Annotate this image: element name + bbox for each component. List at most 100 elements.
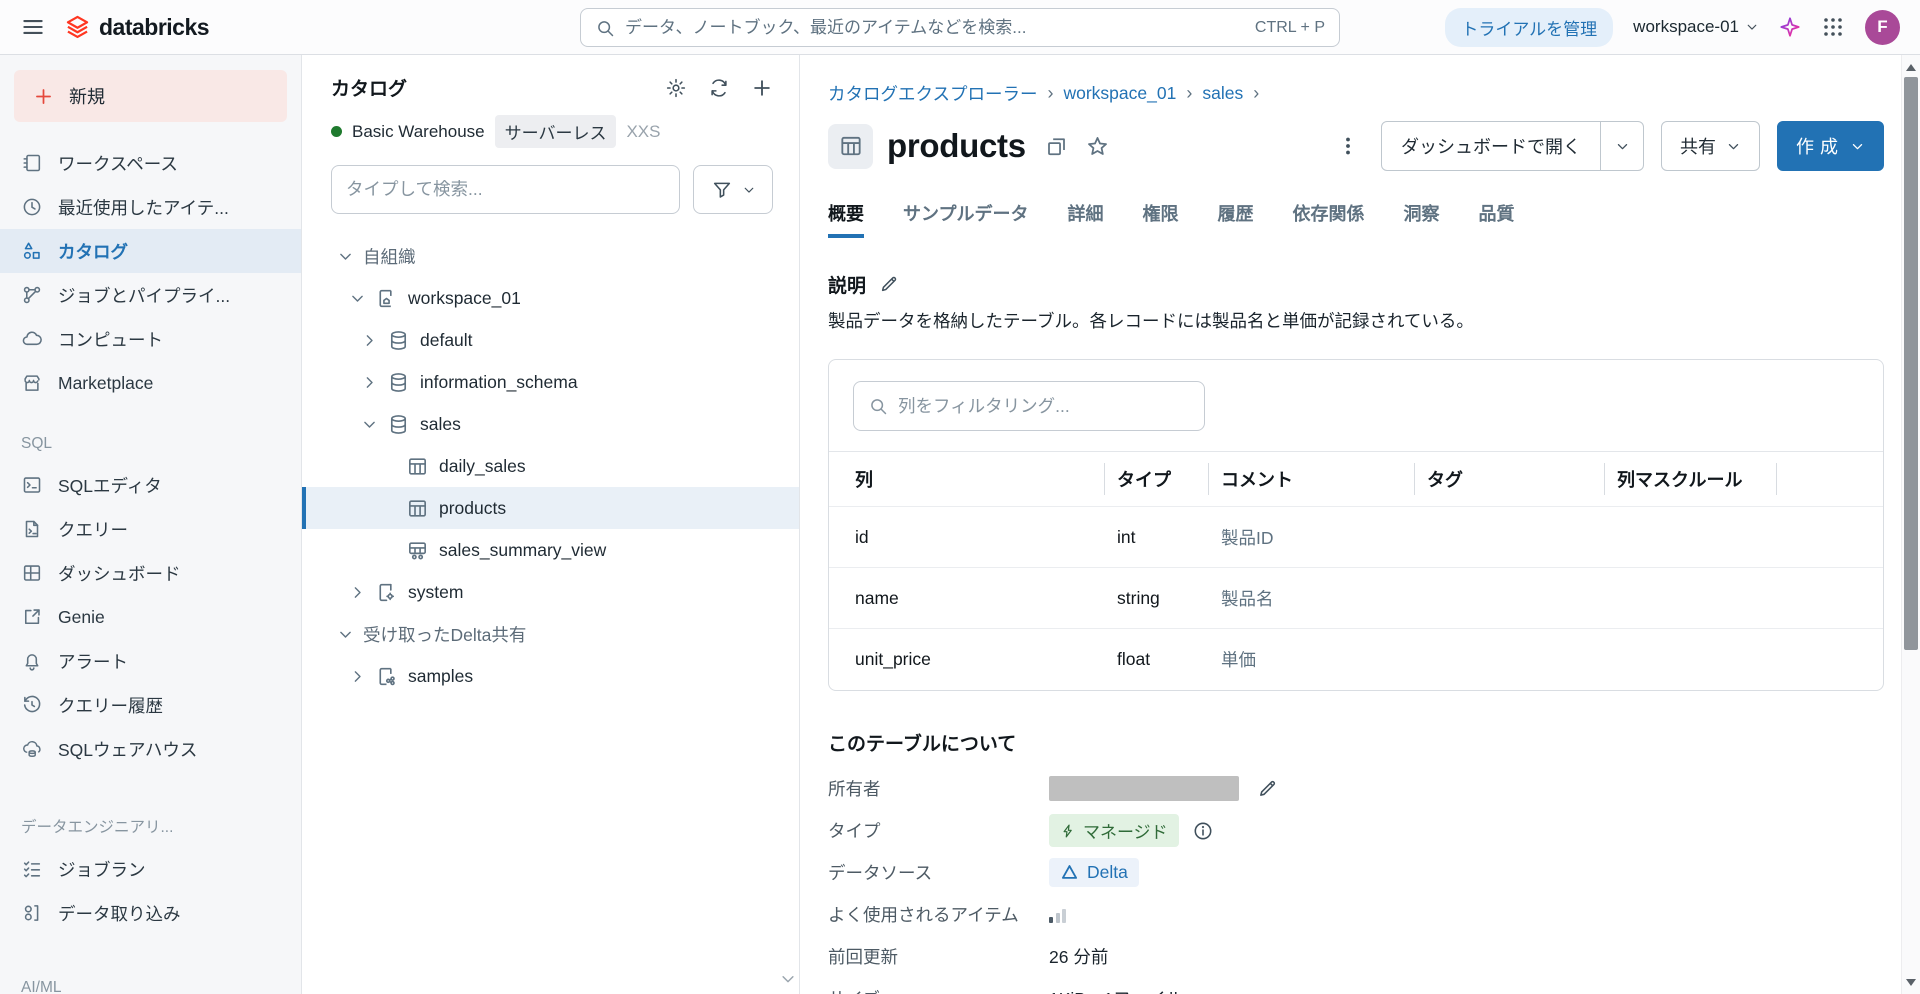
column-filter-input[interactable]: [898, 395, 1190, 417]
sidebar-item-sql-editor[interactable]: SQLエディタ: [0, 463, 301, 507]
sidebar-item-label: SQLウェアハウス: [58, 739, 198, 760]
scrollbar-up-arrow[interactable]: [1902, 59, 1920, 75]
tree-item-system[interactable]: system: [302, 571, 799, 613]
sidebar-item-catalog[interactable]: カタログ: [0, 229, 301, 273]
sidebar-item-dashboards[interactable]: ダッシュボード: [0, 551, 301, 595]
chevron-right-icon[interactable]: [361, 374, 378, 391]
sidebar-item-sql-warehouses[interactable]: SQLウェアハウス: [0, 727, 301, 771]
open-in-dashboard-dropdown[interactable]: [1600, 122, 1643, 170]
sidebar-item-recents[interactable]: 最近使用したアイテ...: [0, 185, 301, 229]
catalog-search-input[interactable]: [346, 179, 665, 200]
table-row-id[interactable]: id int 製品ID: [829, 506, 1883, 568]
assistant-sparkle-icon[interactable]: [1779, 16, 1801, 38]
tree-item-daily-sales[interactable]: daily_sales: [302, 445, 799, 487]
tree-item-sales[interactable]: sales: [302, 403, 799, 445]
chevron-right-icon[interactable]: [349, 584, 366, 601]
global-search-input[interactable]: [625, 17, 1245, 38]
scrollbar-down-arrow[interactable]: [1902, 974, 1920, 990]
column-comment-cell: 製品名: [1209, 567, 1415, 629]
app-switcher-grid-icon[interactable]: [1821, 15, 1845, 39]
chevron-down-icon: [1745, 20, 1759, 34]
create-button[interactable]: 作成: [1777, 121, 1884, 171]
sidebar-item-data-ingestion[interactable]: データ取り込み: [0, 891, 301, 935]
databricks-logo[interactable]: databricks: [64, 13, 210, 41]
hamburger-menu-icon[interactable]: [20, 14, 46, 40]
sidebar-item-workspace[interactable]: ワークスペース: [0, 141, 301, 185]
chevron-down-icon[interactable]: [361, 416, 378, 433]
edit-pencil-icon[interactable]: [878, 274, 899, 295]
warehouse-status-row[interactable]: Basic Warehouse サーバーレス XXS: [302, 101, 799, 158]
tree-item-samples[interactable]: samples: [302, 655, 799, 697]
copy-icon[interactable]: [1044, 134, 1069, 159]
workspace-selector[interactable]: workspace-01: [1633, 17, 1759, 37]
tab-quality[interactable]: 品質: [1478, 200, 1514, 238]
tree-item-sales-summary-view[interactable]: sales_summary_view: [302, 529, 799, 571]
panel-resize-handle[interactable]: [779, 970, 797, 988]
tree-item-products-selected[interactable]: products: [302, 487, 799, 529]
catalog-browser-panel: カタログ Basic Warehouse サーバーレス XXS タイプして検索.…: [302, 55, 800, 994]
create-label: 作成: [1796, 137, 1844, 157]
left-sidebar: 新規 ワークスペース 最近使用したアイテ... カタログ ジョブとパイプライ..…: [0, 55, 302, 994]
tab-history[interactable]: 履歴: [1217, 200, 1253, 238]
open-in-dashboard-button[interactable]: ダッシュボードで開く: [1381, 121, 1644, 171]
tree-item-label: information_schema: [420, 371, 578, 392]
column-name-cell: id: [829, 506, 1105, 568]
catalog-search-field[interactable]: [331, 165, 680, 214]
filter-button[interactable]: [693, 165, 773, 214]
tree-item-label: samples: [408, 665, 474, 686]
tree-item-workspace-01[interactable]: workspace_01: [302, 277, 799, 319]
manage-trial-button[interactable]: トライアルを管理: [1445, 7, 1614, 47]
table-row-unit-price[interactable]: unit_price float 単価: [829, 628, 1883, 690]
sidebar-item-job-runs[interactable]: ジョブラン: [0, 847, 301, 891]
tree-item-information-schema[interactable]: information_schema: [302, 361, 799, 403]
new-button-label: 新規: [69, 87, 105, 107]
chevron-down-icon[interactable]: [349, 290, 366, 307]
new-button[interactable]: 新規: [14, 70, 287, 122]
gear-icon[interactable]: [665, 77, 687, 99]
share-button[interactable]: 共有: [1661, 121, 1760, 171]
sidebar-item-query-history[interactable]: クエリー履歴: [0, 683, 301, 727]
sidebar-item-genie[interactable]: Genie: [0, 595, 301, 639]
sql-editor-icon: [21, 474, 43, 496]
info-icon[interactable]: [1192, 820, 1214, 842]
column-filter-field[interactable]: [853, 381, 1205, 431]
breadcrumb-workspace-01[interactable]: workspace_01: [1063, 83, 1176, 104]
breadcrumb-catalog-explorer[interactable]: カタログエクスプローラー: [828, 81, 1037, 106]
sidebar-item-alerts[interactable]: アラート: [0, 639, 301, 683]
vertical-scrollbar[interactable]: [1901, 55, 1920, 994]
scrollbar-thumb[interactable]: [1904, 77, 1918, 650]
sidebar-item-marketplace[interactable]: Marketplace: [0, 361, 301, 405]
refresh-icon[interactable]: [708, 77, 730, 99]
sidebar-item-queries[interactable]: クエリー: [0, 507, 301, 551]
global-search-bar[interactable]: CTRL + P: [580, 8, 1340, 47]
tree-item-default[interactable]: default: [302, 319, 799, 361]
kebab-menu-icon[interactable]: [1336, 134, 1360, 158]
user-avatar[interactable]: F: [1865, 9, 1900, 45]
tab-permissions[interactable]: 権限: [1142, 200, 1178, 238]
chevron-down-icon[interactable]: [337, 626, 354, 643]
about-table-section: 所有者 タイプ マネージド データソース Delta よく使用されるアイテム 前…: [828, 768, 1884, 994]
star-icon[interactable]: [1085, 134, 1110, 159]
sidebar-item-jobs-pipelines[interactable]: ジョブとパイプライ...: [0, 273, 301, 317]
about-table-heading: このテーブルについて: [828, 733, 1017, 755]
notebook-icon: [21, 152, 43, 174]
add-icon[interactable]: [751, 77, 773, 99]
table-row-name[interactable]: name string 製品名: [829, 567, 1883, 629]
tab-overview[interactable]: 概要: [828, 200, 864, 238]
tree-item-own-org[interactable]: 自組織: [302, 235, 799, 277]
managed-badge: マネージド: [1049, 814, 1179, 847]
tree-item-label: sales_summary_view: [439, 539, 607, 560]
sidebar-item-compute[interactable]: コンピュート: [0, 317, 301, 361]
tab-details[interactable]: 詳細: [1067, 200, 1103, 238]
tab-sample-data[interactable]: サンプルデータ: [903, 200, 1028, 238]
edit-pencil-icon[interactable]: [1256, 778, 1278, 800]
chevron-right-icon[interactable]: [361, 332, 378, 349]
tab-lineage[interactable]: 依存関係: [1292, 200, 1364, 238]
chevron-right-icon[interactable]: [349, 668, 366, 685]
breadcrumb-sales[interactable]: sales: [1202, 83, 1243, 104]
databricks-logo-text: databricks: [99, 13, 210, 40]
tab-insights[interactable]: 洞察: [1403, 200, 1439, 238]
tree-item-delta-shares[interactable]: 受け取ったDelta共有: [302, 613, 799, 655]
chevron-down-icon[interactable]: [337, 248, 354, 265]
delta-badge[interactable]: Delta: [1049, 858, 1139, 887]
